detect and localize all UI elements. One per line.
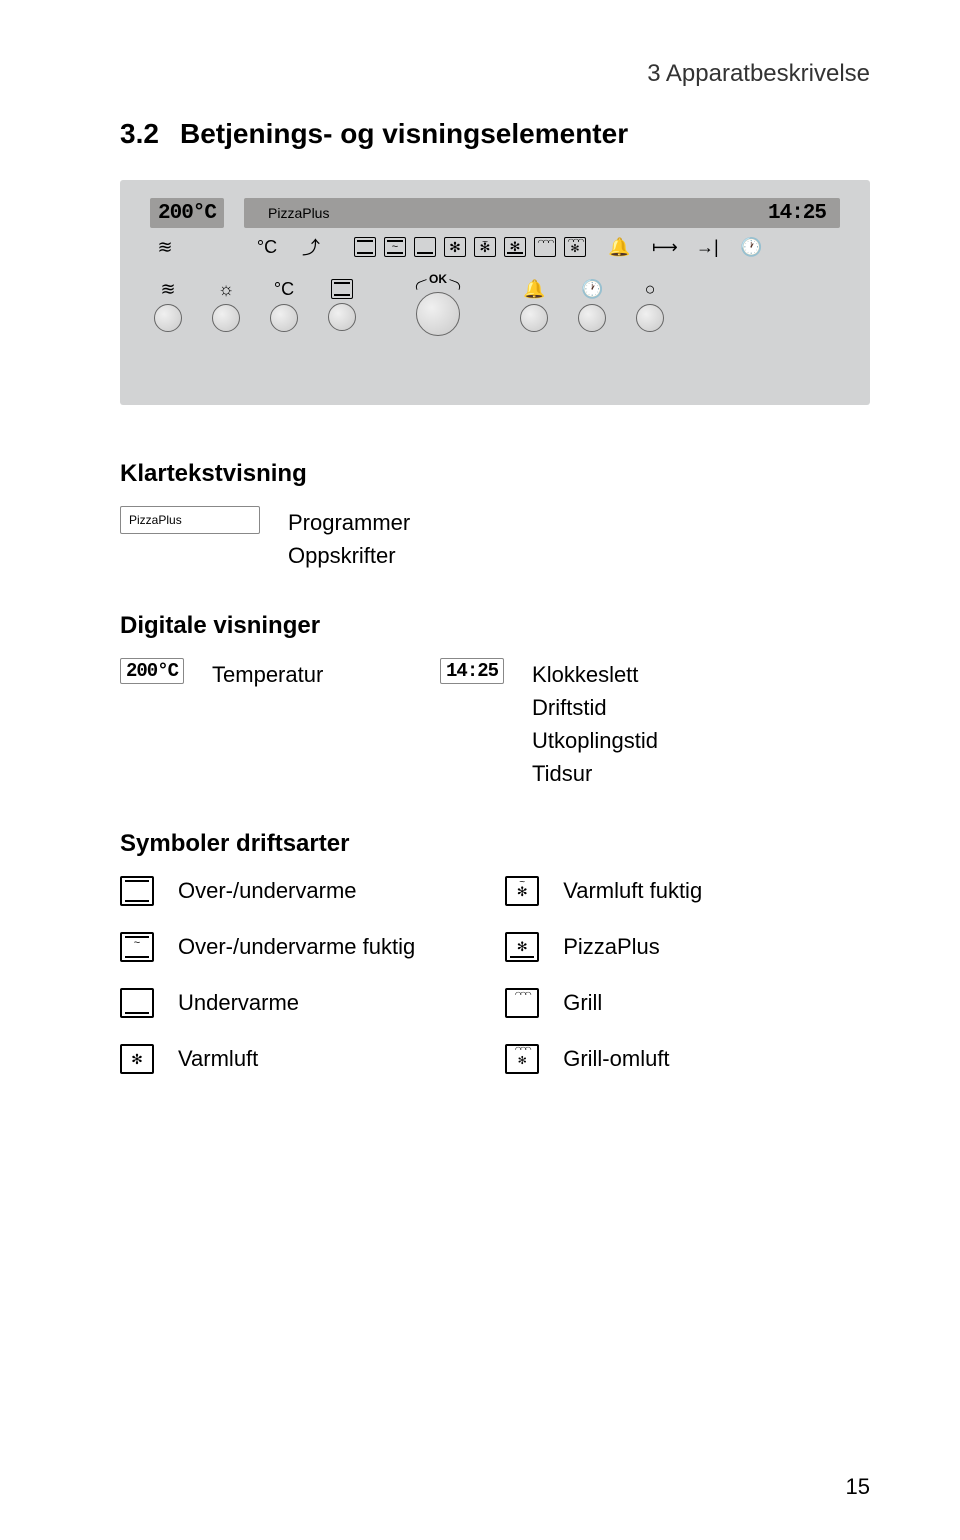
klartekst-heading: Klartekstvisning: [120, 460, 870, 488]
knob-power[interactable]: [636, 304, 664, 332]
light-knob-icon: ☼: [215, 279, 237, 300]
klartekst-desc-2: Oppskrifter: [288, 539, 410, 572]
sym-fan-icon: [120, 1044, 154, 1074]
sym-right-2: Grill: [563, 990, 602, 1016]
duration-icon: ⟼: [652, 237, 674, 258]
section-number: 3.2: [120, 118, 180, 150]
clock-knob-icon: 🕐: [581, 279, 603, 300]
klartekst-lcd: PizzaPlus: [120, 506, 260, 534]
bell-icon: 🔔: [608, 237, 630, 258]
digital-temp-label: Temperatur: [212, 658, 412, 691]
deg-c-indicator: °C: [256, 237, 278, 258]
digital-d1: Klokkeslett: [532, 658, 658, 691]
sym-right-1: PizzaPlus: [563, 934, 660, 960]
sym-left-3: Varmluft: [178, 1046, 258, 1072]
sym-grill-fan-icon: [505, 1044, 539, 1074]
sym-bottom-icon: [120, 988, 154, 1018]
page-number: 15: [846, 1474, 870, 1500]
knob-mode[interactable]: [328, 303, 356, 331]
knob-temp[interactable]: [270, 304, 298, 332]
text-display-time: 14:25: [768, 202, 826, 225]
chapter-header: 3 Apparatbeskrivelse: [120, 60, 870, 88]
sym-top-bottom-humid-icon: [120, 932, 154, 962]
steam-icon: ≋: [154, 237, 176, 258]
ok-dial-label: OK: [429, 274, 447, 288]
sym-pizza-icon: [505, 932, 539, 962]
sym-fan-humid-icon: [505, 876, 539, 906]
text-display: PizzaPlus 14:25: [244, 198, 840, 228]
sym-right-0: Varmluft fuktig: [563, 878, 702, 904]
knob-ok[interactable]: [416, 292, 460, 336]
steam-knob-icon: ≋: [157, 279, 179, 300]
sym-grill-icon: [505, 988, 539, 1018]
symbols-heading: Symboler driftsarter: [120, 830, 870, 858]
digital-d4: Tidsur: [532, 757, 658, 790]
digital-temp-lcd: 200°C: [120, 658, 184, 684]
indicator-row: ≋ °C ⤴ 🔔 ⟼ →| 🕐: [150, 234, 840, 260]
mode-fan-icon: [444, 237, 466, 257]
digital-heading: Digitale visninger: [120, 612, 870, 640]
mode-knob-icon: [331, 279, 353, 299]
sym-left-2: Undervarme: [178, 990, 299, 1016]
section-title: 3.2Betjenings- og visningselementer: [120, 118, 870, 150]
heatup-icon: ⤴: [300, 234, 322, 260]
clock-icon: 🕐: [740, 237, 762, 258]
knob-bell[interactable]: [520, 304, 548, 332]
digital-d3: Utkoplingstid: [532, 724, 658, 757]
mode-top-bottom-humid-icon: [384, 237, 406, 257]
text-display-brand: PizzaPlus: [258, 205, 329, 221]
sym-top-bottom-icon: [120, 876, 154, 906]
mode-grill-fan-icon: [564, 237, 586, 257]
mode-grill-icon: [534, 237, 556, 257]
bell-knob-icon: 🔔: [523, 279, 545, 300]
sym-left-0: Over-/undervarme: [178, 878, 357, 904]
temp-display: 200°C: [150, 198, 224, 228]
digital-d2: Driftstid: [532, 691, 658, 724]
mode-fan-humid-icon: [474, 237, 496, 257]
end-time-icon: →|: [696, 237, 718, 258]
mode-pizza-icon: [504, 237, 526, 257]
sym-right-3: Grill-omluft: [563, 1046, 669, 1072]
power-knob-icon: ○: [639, 279, 661, 300]
knob-clock[interactable]: [578, 304, 606, 332]
deg-c-knob-label: °C: [273, 279, 295, 300]
knob-steam[interactable]: [154, 304, 182, 332]
knob-row: ≋ ☼ °C OK 🔔 🕐 ○: [150, 274, 840, 336]
section-heading-text: Betjenings- og visningselementer: [180, 118, 628, 149]
klartekst-desc-1: Programmer: [288, 506, 410, 539]
sym-left-1: Over-/undervarme fuktig: [178, 934, 415, 960]
digital-time-lcd: 14:25: [440, 658, 504, 684]
control-panel: 200°C PizzaPlus 14:25 ≋ °C ⤴ 🔔 ⟼: [120, 180, 870, 405]
mode-top-bottom-icon: [354, 237, 376, 257]
mode-bottom-icon: [414, 237, 436, 257]
knob-light[interactable]: [212, 304, 240, 332]
symbols-table: Over-/undervarme Over-/undervarme fuktig…: [120, 876, 870, 1074]
